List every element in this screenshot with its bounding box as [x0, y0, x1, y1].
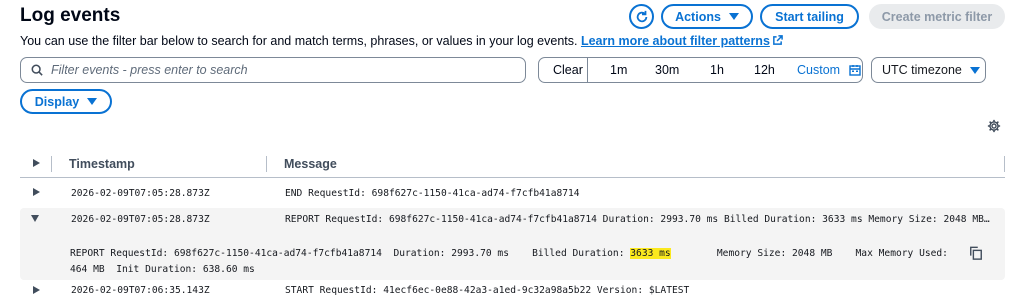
- display-button[interactable]: Display: [20, 89, 112, 114]
- table-header: Timestamp Message: [20, 150, 1005, 178]
- calendar-icon: [848, 65, 861, 76]
- collapse-row-icon[interactable]: [31, 215, 39, 222]
- expand-row-icon[interactable]: [33, 286, 40, 294]
- start-tailing-label: Start tailing: [775, 9, 844, 24]
- caret-down-icon: [87, 98, 98, 105]
- page-title: Log events: [20, 5, 121, 26]
- expand-all-icon[interactable]: [33, 159, 40, 167]
- time-range-custom[interactable]: Custom: [797, 63, 861, 77]
- message-header[interactable]: Message: [284, 157, 337, 171]
- chevron-down-icon: [969, 66, 980, 74]
- filter-events-input[interactable]: Filter events - press enter to search: [20, 57, 526, 83]
- row-message: REPORT RequestId: 698f627c-1150-41ca-ad7…: [285, 214, 995, 225]
- start-tailing-button[interactable]: Start tailing: [760, 4, 859, 29]
- table-row[interactable]: 2026-02-09T07:05:28.873Z REPORT RequestI…: [20, 212, 1005, 232]
- time-range-clear[interactable]: Clear: [553, 63, 583, 77]
- row-timestamp: 2026-02-09T07:05:28.873Z: [71, 214, 210, 225]
- row-timestamp: 2026-02-09T07:05:28.873Z: [71, 188, 210, 199]
- timezone-select[interactable]: UTC timezone: [871, 57, 986, 83]
- row-message: END RequestId: 698f627c-1150-41ca-ad74-f…: [285, 188, 580, 199]
- page-description: You can use the filter bar below to sear…: [20, 34, 783, 48]
- table-row[interactable]: 2026-02-09T07:06:35.143Z START RequestId…: [20, 284, 1005, 300]
- search-icon: [31, 64, 43, 76]
- time-range-1m[interactable]: 1m: [610, 63, 627, 77]
- expanded-message-detail: REPORT RequestId: 698f627c-1150-41ca-ad7…: [70, 246, 950, 278]
- create-metric-filter-button[interactable]: Create metric filter: [869, 4, 1005, 29]
- copy-icon[interactable]: [969, 246, 983, 260]
- time-range-divider: [587, 58, 588, 82]
- learn-more-label: Learn more about filter patterns: [580, 34, 770, 48]
- row-timestamp: 2026-02-09T07:06:35.143Z: [71, 285, 210, 296]
- gear-icon[interactable]: [987, 119, 1001, 133]
- create-metric-filter-label: Create metric filter: [881, 9, 993, 24]
- row-message: START RequestId: 41ecf6ec-0e88-42a3-a1ed…: [285, 285, 690, 296]
- timezone-label: UTC timezone: [882, 63, 962, 77]
- custom-label: Custom: [797, 63, 841, 77]
- timestamp-header[interactable]: Timestamp: [69, 157, 135, 171]
- expand-row-icon[interactable]: [33, 188, 40, 196]
- detail-text: REPORT RequestId: 698f627c-1150-41ca-ad7…: [70, 248, 631, 259]
- table-row[interactable]: 2026-02-09T07:05:28.873Z END RequestId: …: [20, 186, 1005, 206]
- time-range-12h[interactable]: 12h: [754, 63, 775, 77]
- actions-label: Actions: [675, 9, 721, 24]
- column-divider[interactable]: [266, 156, 267, 172]
- time-range-1h[interactable]: 1h: [710, 63, 724, 77]
- external-link-icon: [773, 35, 783, 45]
- refresh-button[interactable]: [629, 4, 654, 29]
- column-divider: [1004, 156, 1005, 172]
- time-range-30m[interactable]: 30m: [655, 63, 679, 77]
- highlighted-match: 3633 ms: [630, 248, 671, 259]
- refresh-icon: [636, 10, 647, 22]
- column-divider: [51, 156, 52, 172]
- learn-more-link[interactable]: Learn more about filter patterns: [581, 34, 783, 48]
- description-text: You can use the filter bar below to sear…: [20, 34, 578, 48]
- time-range-selector: Clear 1m 30m 1h 12h Custom: [538, 57, 863, 83]
- search-placeholder: Filter events - press enter to search: [51, 63, 248, 77]
- actions-button[interactable]: Actions: [661, 4, 753, 29]
- display-label: Display: [34, 94, 80, 109]
- caret-down-icon: [728, 13, 739, 20]
